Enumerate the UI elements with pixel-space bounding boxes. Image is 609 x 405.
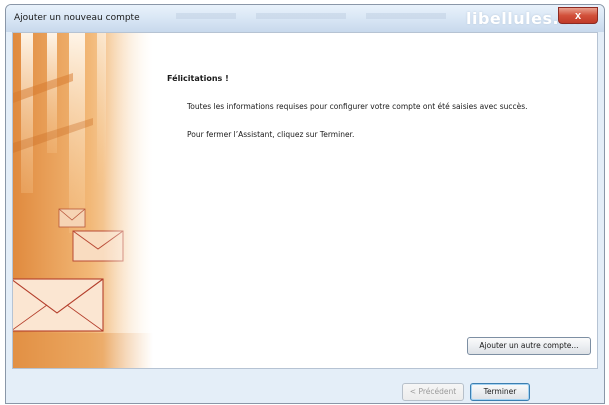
- wizard-window: Ajouter un nouveau compte libellules.ch …: [5, 4, 605, 404]
- background-window-ghost: [256, 13, 346, 19]
- envelope-illustration-icon: [13, 33, 153, 368]
- title-bar[interactable]: Ajouter un nouveau compte libellules.ch …: [6, 5, 604, 32]
- close-instruction: Pour fermer l’Assistant, cliquez sur Ter…: [187, 130, 355, 139]
- side-illustration: [13, 33, 153, 368]
- background-window-ghost: [366, 13, 446, 19]
- finish-button[interactable]: Terminer: [470, 383, 530, 401]
- add-another-account-button[interactable]: Ajouter un autre compte...: [467, 337, 591, 355]
- success-message: Toutes les informations requises pour co…: [187, 102, 528, 111]
- background-window-ghost: [176, 13, 236, 19]
- close-icon: x: [574, 10, 582, 22]
- close-button[interactable]: x: [558, 7, 598, 24]
- success-heading: Félicitations !: [167, 74, 229, 83]
- window-title: Ajouter un nouveau compte: [14, 13, 140, 23]
- previous-button[interactable]: < Précédent: [402, 383, 464, 401]
- wizard-content-panel: Félicitations ! Toutes les informations …: [12, 32, 598, 369]
